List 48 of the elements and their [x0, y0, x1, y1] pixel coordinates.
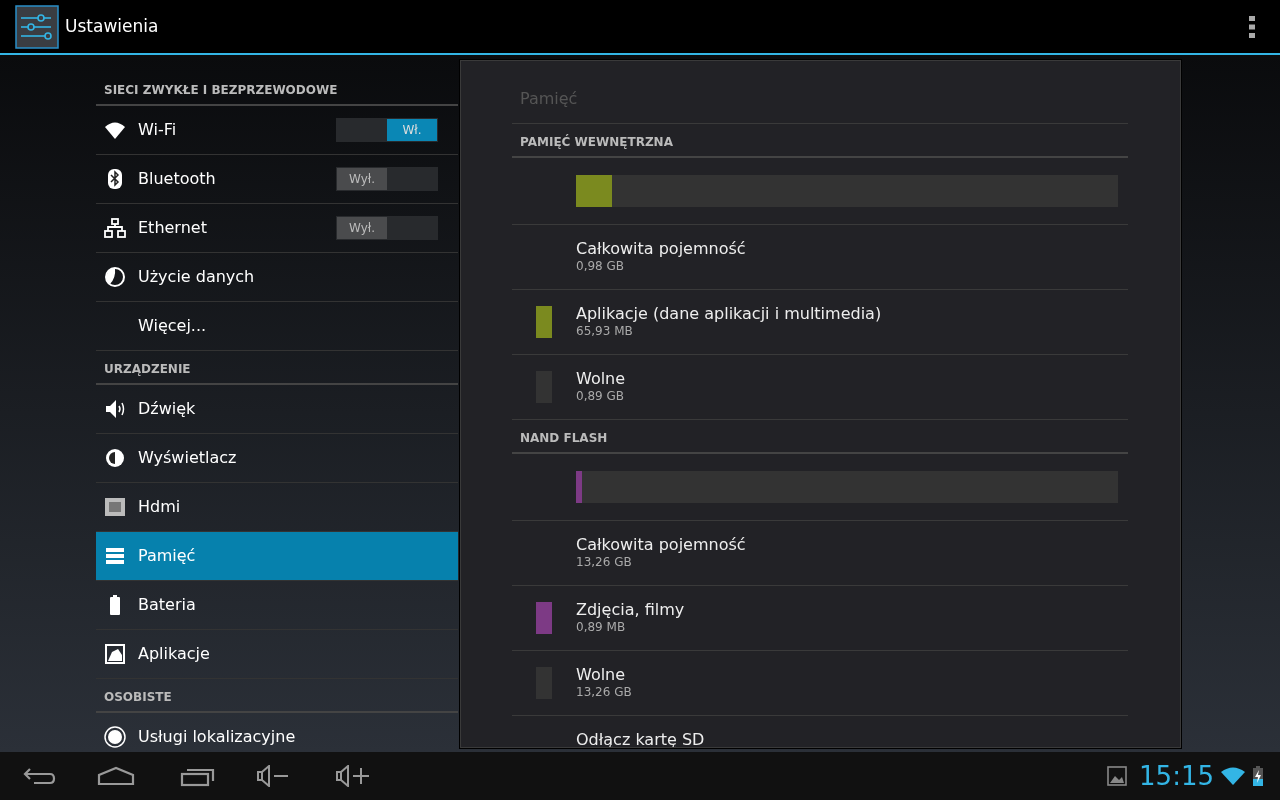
- storage-label: Wolne: [576, 665, 626, 685]
- storage-label: Całkowita pojemność: [576, 239, 746, 259]
- storage-value: 13,26 GB: [576, 554, 632, 571]
- brightness-icon: [104, 447, 126, 469]
- speaker-icon: [104, 398, 126, 420]
- settings-item[interactable]: Dźwięk: [96, 385, 458, 434]
- storage-label: Aplikacje (dane aplikacji i multimedia): [576, 304, 882, 324]
- settings-item[interactable]: Więcej...: [96, 302, 458, 351]
- settings-item[interactable]: Użycie danych: [96, 253, 458, 302]
- pie-chart-icon: [104, 266, 126, 288]
- toggle-switch[interactable]: Wył.: [336, 216, 438, 240]
- settings-item[interactable]: Bluetooth Wył.: [96, 155, 458, 204]
- home-button[interactable]: [97, 766, 135, 786]
- section-header: SIECI ZWYKŁE I BEZPRZEWODOWE: [96, 81, 458, 106]
- overflow-menu-icon[interactable]: [1248, 14, 1256, 39]
- settings-icon[interactable]: [15, 4, 59, 49]
- storage-value: 0,89 MB: [576, 619, 626, 636]
- storage-icon: [104, 545, 126, 567]
- volume-up-button[interactable]: [336, 765, 370, 787]
- settings-item[interactable]: Ethernet Wył.: [96, 204, 458, 253]
- storage-value: 65,93 MB: [576, 323, 633, 340]
- section-header: PAMIĘĆ WEWNĘTRZNA: [512, 124, 1128, 158]
- storage-label: Wolne: [576, 369, 626, 389]
- apps-icon: [104, 643, 126, 665]
- clock-time: 15:15: [1139, 759, 1214, 793]
- screen-icon: [104, 496, 126, 518]
- battery-charging-icon: [1252, 765, 1264, 787]
- storage-value: 0,98 GB: [576, 258, 625, 275]
- storage-value: 0,89 GB: [576, 388, 625, 405]
- location-icon: [104, 726, 126, 748]
- settings-item[interactable]: Wyświetlacz: [96, 434, 458, 483]
- storage-label: Zdjęcia, filmy: [576, 600, 685, 620]
- storage-value: 13,26 GB: [576, 684, 632, 701]
- volume-down-button[interactable]: [257, 765, 289, 787]
- network-icon: [104, 217, 126, 239]
- section-header: URZĄDZENIE: [96, 360, 458, 385]
- section-header: OSOBISTE: [96, 688, 458, 713]
- section-header: NAND FLASH: [512, 420, 1128, 454]
- toggle-switch[interactable]: Wył.: [336, 167, 438, 191]
- settings-item[interactable]: Bateria: [96, 581, 458, 630]
- gallery-notification-icon[interactable]: [1107, 766, 1128, 786]
- storage-label: Całkowita pojemność: [576, 535, 746, 555]
- settings-item[interactable]: Wi-Fi Wł.: [96, 106, 458, 155]
- app-title: Ustawienia: [65, 14, 159, 38]
- wifi-signal-icon: [1220, 766, 1246, 786]
- settings-item[interactable]: Aplikacje: [96, 630, 458, 679]
- settings-item[interactable]: Pamięć: [96, 532, 458, 581]
- back-button[interactable]: [22, 766, 56, 786]
